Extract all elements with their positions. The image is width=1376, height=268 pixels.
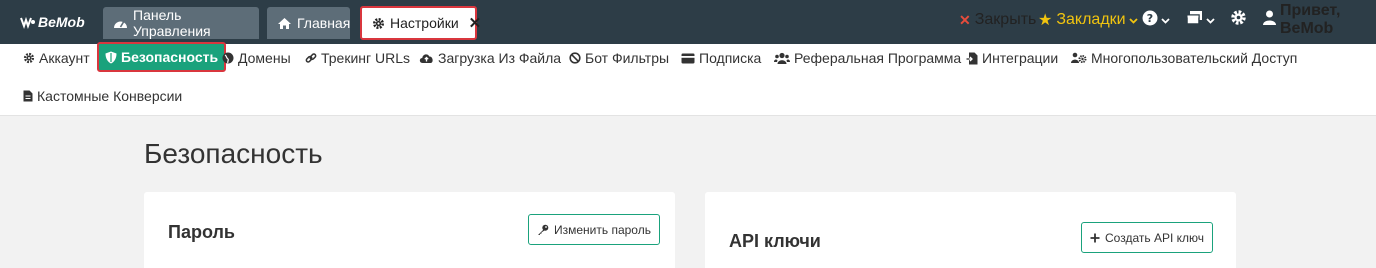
user-menu[interactable]: Привет, BeMob	[1263, 2, 1376, 37]
nav-item-label: Подписка	[699, 50, 762, 66]
tab-label: Панель Управления	[133, 7, 211, 39]
windows-icon	[1186, 10, 1203, 30]
gear-icon	[1230, 9, 1247, 31]
nav-item-subscription[interactable]: Подписка	[681, 47, 761, 69]
nav-item-label: Домены	[238, 50, 291, 66]
ban-icon	[569, 52, 581, 64]
link-icon	[305, 52, 317, 64]
star-icon: ★	[1038, 12, 1053, 29]
nav-item-custom-conversions[interactable]: Кастомные Конверсии	[23, 85, 182, 107]
create-api-key-label: Создать API ключ	[1105, 230, 1204, 245]
tab-label: Главная	[297, 15, 351, 31]
file-import-icon	[966, 52, 978, 65]
top-bar: BeMob Панель Управления Главная Настройк…	[0, 0, 1376, 44]
logo-text: BeMob	[38, 14, 85, 30]
users-icon	[774, 52, 790, 64]
nav-item-label: Многопользовательский Доступ	[1091, 50, 1298, 66]
nav-item-label: Трекинг URLs	[321, 50, 411, 66]
globe-icon	[222, 52, 234, 64]
svg-text:?: ?	[1147, 12, 1153, 25]
api-card-title: API ключи	[729, 231, 821, 251]
change-password-label: Изменить пароль	[554, 222, 651, 237]
shield-icon	[105, 51, 117, 64]
nav-item-label: Аккаунт	[39, 50, 90, 66]
nav-item-bot-filters[interactable]: Бот Фильтры	[569, 47, 669, 69]
password-card: Пароль Изменить пароль	[144, 192, 675, 268]
tab-label: Настройки	[390, 15, 459, 31]
nav-item-label: Безопасность	[121, 49, 219, 65]
api-keys-card: API ключи Создать API ключ	[705, 192, 1236, 268]
close-label: Закрыть	[974, 11, 1037, 28]
close-button[interactable]: ✕ Закрыть	[959, 10, 1036, 30]
page-title: Безопасность	[144, 138, 323, 169]
create-api-key-button[interactable]: Создать API ключ	[1081, 222, 1213, 253]
logo-icon	[20, 16, 35, 29]
nav-item-domains[interactable]: Домены	[222, 47, 291, 69]
question-icon: ?	[1142, 10, 1158, 31]
gear-icon	[23, 52, 35, 64]
dashboard-icon	[113, 17, 128, 30]
users-cog-icon	[1071, 52, 1087, 64]
nav-item-referral[interactable]: Реферальная Программа	[774, 47, 961, 69]
user-greeting: Привет, BeMob	[1280, 2, 1341, 37]
nav-item-multi-user[interactable]: Многопользовательский Доступ	[1071, 47, 1297, 69]
nav-item-label: Кастомные Конверсии	[37, 88, 183, 104]
file-icon	[23, 90, 33, 102]
tab-main[interactable]: Главная	[267, 7, 350, 39]
nav-item-label: Бот Фильтры	[585, 50, 670, 66]
nav-item-account[interactable]: Аккаунт	[23, 47, 90, 69]
tab-settings[interactable]: Настройки ✕	[360, 6, 481, 40]
help-dropdown[interactable]: ?	[1142, 10, 1170, 30]
key-icon	[537, 224, 549, 236]
chevron-down-icon	[1161, 11, 1170, 29]
home-icon	[277, 17, 292, 30]
chevron-down-icon	[1206, 11, 1215, 29]
nav-item-integrations[interactable]: Интеграции	[966, 47, 1058, 69]
settings-gear-button[interactable]	[1230, 10, 1247, 30]
plus-icon	[1090, 233, 1100, 243]
change-password-button[interactable]: Изменить пароль	[528, 214, 660, 245]
bookmarks-label: Закладки	[1056, 11, 1126, 28]
windows-dropdown[interactable]	[1186, 10, 1215, 30]
user-icon	[1263, 10, 1276, 30]
nav-item-security[interactable]: Безопасность	[97, 42, 227, 72]
credit-card-icon	[681, 53, 695, 64]
nav-item-file-upload[interactable]: Загрузка Из Файла	[419, 47, 561, 69]
nav-item-tracking-urls[interactable]: Трекинг URLs	[305, 47, 410, 69]
gear-icon	[372, 17, 385, 30]
close-icon: ✕	[959, 11, 971, 28]
cloud-upload-icon	[419, 52, 434, 64]
bemob-logo[interactable]: BeMob	[20, 13, 85, 31]
close-tab-icon[interactable]: ✕	[469, 14, 482, 32]
bookmarks-dropdown[interactable]: ★ Закладки	[1038, 10, 1138, 30]
nav-item-label: Интеграции	[982, 50, 1059, 66]
nav-item-label: Реферальная Программа	[794, 50, 962, 66]
nav-item-label: Загрузка Из Файла	[438, 50, 562, 66]
settings-nav: Аккаунт Безопасность Домены Трекинг URLs…	[0, 42, 1376, 116]
tab-dashboard[interactable]: Панель Управления	[103, 7, 259, 39]
password-card-title: Пароль	[168, 222, 235, 242]
chevron-down-icon	[1128, 11, 1138, 29]
